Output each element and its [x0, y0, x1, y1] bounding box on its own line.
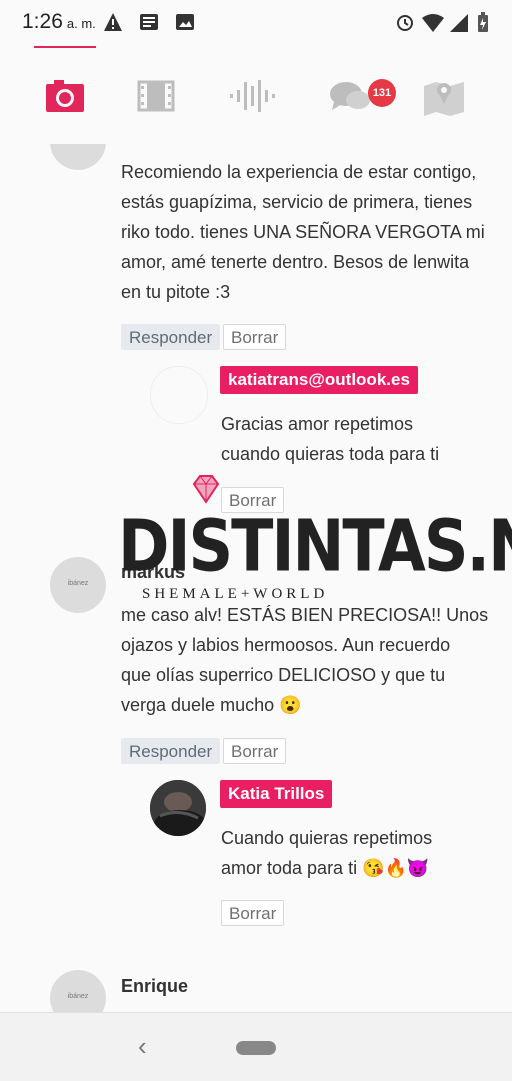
watermark-subtitle: SHEMALE+WORLD: [142, 586, 329, 602]
delete-button[interactable]: Borrar: [223, 324, 287, 350]
audio-icon: [230, 80, 275, 112]
avatar: ibánez: [50, 970, 106, 1012]
comment-text: me caso alv! ESTÁS BIEN PRECIOSA!! Unos …: [121, 605, 489, 715]
avatar: [150, 780, 206, 836]
clock: 1:26 a. m.: [22, 10, 96, 33]
tab-photos[interactable]: [44, 76, 92, 116]
back-icon[interactable]: ‹: [138, 1031, 147, 1062]
media-tab-bar: 131: [0, 46, 512, 144]
profile-photo: [150, 780, 206, 836]
chat-icon: [330, 82, 370, 110]
comment-author: Enrique: [121, 976, 189, 996]
watermark-title: DISTINTAS.NET: [118, 504, 512, 588]
alarm-icon: [397, 15, 413, 31]
system-nav-bar: ‹: [0, 1012, 512, 1081]
system-icons: [396, 12, 492, 39]
reply-text: Gracias amor repetimos cuando quieras to…: [221, 414, 440, 464]
film-icon: [137, 80, 175, 112]
wifi-icon: [422, 14, 444, 32]
reply-button[interactable]: Responder: [121, 738, 221, 764]
tab-audio[interactable]: [228, 76, 276, 116]
tab-map[interactable]: [422, 76, 470, 116]
warning-icon: [104, 13, 122, 31]
active-tab-indicator: [34, 46, 96, 48]
gem-icon: [192, 475, 220, 504]
home-pill[interactable]: [236, 1041, 276, 1055]
avatar: [150, 366, 208, 424]
comments-list[interactable]: Recomiendo la experiencia de estar conti…: [0, 144, 512, 1012]
news-icon: [140, 14, 158, 30]
image-icon: [176, 14, 194, 30]
author-tag: Katia Trillos: [220, 780, 333, 808]
watermark-logo: DISTINTAS.NET SHEMALE+WORLD: [0, 474, 512, 614]
map-icon: [424, 82, 464, 116]
comment-count-badge: 131: [368, 79, 396, 107]
reply-text: Cuando quieras repetimos amor toda para …: [221, 828, 433, 878]
tab-videos[interactable]: [135, 76, 183, 116]
camera-icon: [46, 80, 84, 112]
comment-text: Recomiendo la experiencia de estar conti…: [121, 162, 485, 302]
delete-button[interactable]: Borrar: [223, 738, 287, 764]
notification-icons: [104, 12, 200, 39]
avatar: [50, 144, 106, 170]
delete-button[interactable]: Borrar: [221, 900, 285, 926]
battery-icon: [478, 12, 488, 32]
reply-button[interactable]: Responder: [121, 324, 221, 350]
status-bar: 1:26 a. m.: [0, 0, 512, 46]
author-tag: katiatrans@outlook.es: [220, 366, 418, 394]
signal-icon: [450, 14, 468, 32]
